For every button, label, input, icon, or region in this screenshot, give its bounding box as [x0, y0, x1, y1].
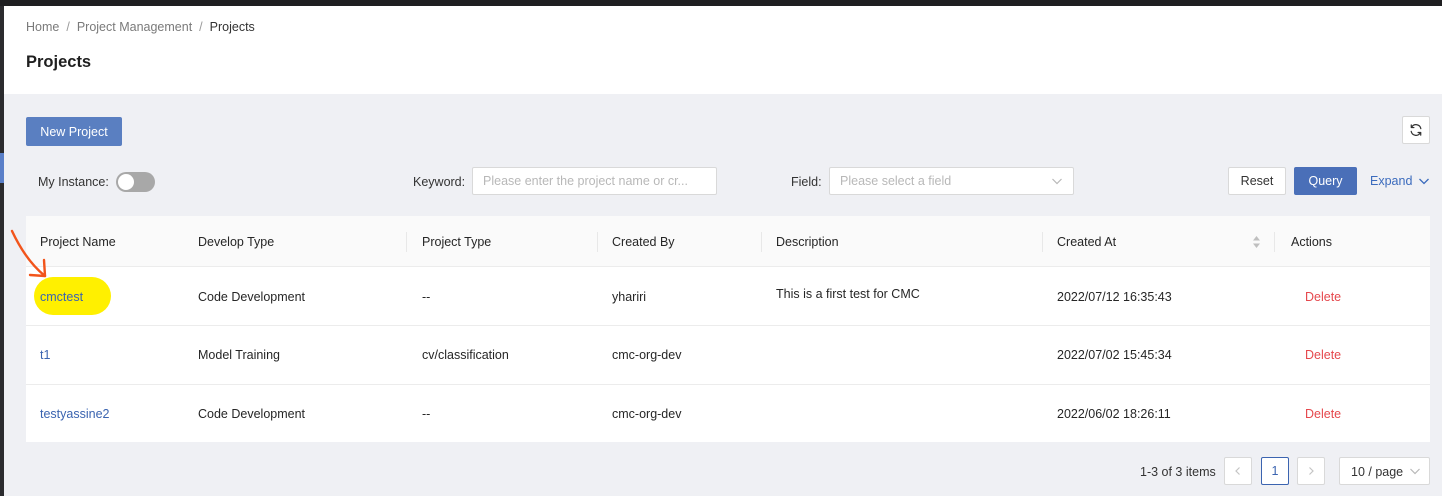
description-cell: This is a first test for CMC — [776, 287, 920, 301]
my-instance-toggle[interactable] — [116, 172, 155, 192]
breadcrumb-home[interactable]: Home — [26, 20, 59, 34]
next-page-button[interactable] — [1297, 457, 1325, 485]
develop-type-cell: Code Development — [198, 290, 306, 304]
column-header-created-at[interactable]: Created At — [1057, 235, 1116, 249]
column-divider — [597, 232, 598, 252]
prev-page-button[interactable] — [1224, 457, 1252, 485]
created-by-cell: cmc-org-dev — [612, 348, 682, 362]
column-divider — [1042, 232, 1043, 252]
project-name-link[interactable]: t1 — [40, 348, 50, 362]
page-title: Projects — [26, 53, 92, 71]
field-label: Field: — [791, 175, 822, 189]
column-header-actions: Actions — [1291, 235, 1332, 249]
column-header-develop-type: Develop Type — [198, 235, 275, 249]
expand-toggle[interactable]: Expand — [1370, 174, 1430, 188]
created-at-cell: 2022/07/02 15:45:34 — [1057, 348, 1172, 362]
created-at-cell: 2022/07/12 16:35:43 — [1057, 290, 1172, 304]
pagination-total: 1-3 of 3 items — [1140, 465, 1216, 479]
project-type-cell: cv/classification — [422, 348, 509, 362]
projects-table: Project Name Develop Type Project Type C… — [26, 216, 1430, 442]
reset-button[interactable]: Reset — [1228, 167, 1286, 195]
develop-type-cell: Model Training — [198, 348, 280, 362]
chevron-down-icon — [1410, 468, 1420, 475]
annotation-arrow-icon — [10, 229, 47, 278]
chevron-down-icon — [1419, 178, 1430, 185]
table-row: t1 Model Training cv/classification cmc-… — [26, 326, 1430, 385]
breadcrumb-project-management[interactable]: Project Management — [77, 20, 192, 34]
keyword-label: Keyword: — [413, 175, 466, 189]
table-row: cmctest Code Development -- yhariri This… — [26, 267, 1430, 326]
delete-button[interactable]: Delete — [1305, 290, 1341, 304]
project-name-link-highlighted[interactable]: cmctest — [40, 290, 83, 304]
breadcrumb: Home / Project Management / Projects — [26, 20, 255, 34]
my-instance-label: My Instance: — [38, 175, 109, 189]
column-divider — [406, 232, 407, 252]
page-header: Home / Project Management / Projects Project… — [4, 6, 1442, 94]
new-project-button[interactable]: New Project — [26, 117, 122, 146]
column-divider — [761, 232, 762, 252]
table-row: testyassine2 Code Development -- cmc-org… — [26, 385, 1430, 443]
project-name-link[interactable]: testyassine2 — [40, 407, 109, 421]
created-at-cell: 2022/06/02 18:26:11 — [1057, 407, 1171, 421]
toggle-knob — [118, 174, 134, 190]
sort-icon[interactable] — [1252, 235, 1261, 249]
delete-button[interactable]: Delete — [1305, 348, 1341, 362]
project-type-cell: -- — [422, 407, 431, 421]
created-by-cell: cmc-org-dev — [612, 407, 682, 421]
breadcrumb-current: Projects — [209, 20, 255, 34]
side-nav-active-marker — [0, 153, 4, 183]
keyword-input[interactable] — [472, 167, 717, 195]
field-select-placeholder: Please select a field — [840, 174, 952, 188]
breadcrumb-separator: / — [66, 20, 70, 34]
refresh-icon — [1410, 124, 1422, 136]
table-header: Project Name Develop Type Project Type C… — [26, 216, 1430, 267]
refresh-button[interactable] — [1402, 116, 1430, 144]
field-select[interactable]: Please select a field — [829, 167, 1074, 195]
chevron-left-icon — [1235, 467, 1240, 475]
breadcrumb-separator: / — [199, 20, 203, 34]
query-button[interactable]: Query — [1294, 167, 1357, 195]
page-size-value: 10 / page — [1351, 465, 1404, 479]
column-header-description: Description — [776, 235, 839, 249]
page-1-button[interactable]: 1 — [1261, 457, 1289, 485]
delete-button[interactable]: Delete — [1305, 407, 1341, 421]
column-header-project-type: Project Type — [422, 235, 492, 249]
column-divider — [1274, 232, 1275, 252]
column-header-created-by: Created By — [612, 235, 675, 249]
chevron-right-icon — [1309, 467, 1314, 475]
chevron-down-icon — [1052, 178, 1062, 185]
expand-label: Expand — [1370, 174, 1413, 188]
project-type-cell: -- — [422, 290, 431, 304]
created-by-cell: yhariri — [612, 290, 647, 304]
develop-type-cell: Code Development — [198, 407, 306, 421]
page-size-select[interactable]: 10 / page — [1339, 457, 1430, 485]
